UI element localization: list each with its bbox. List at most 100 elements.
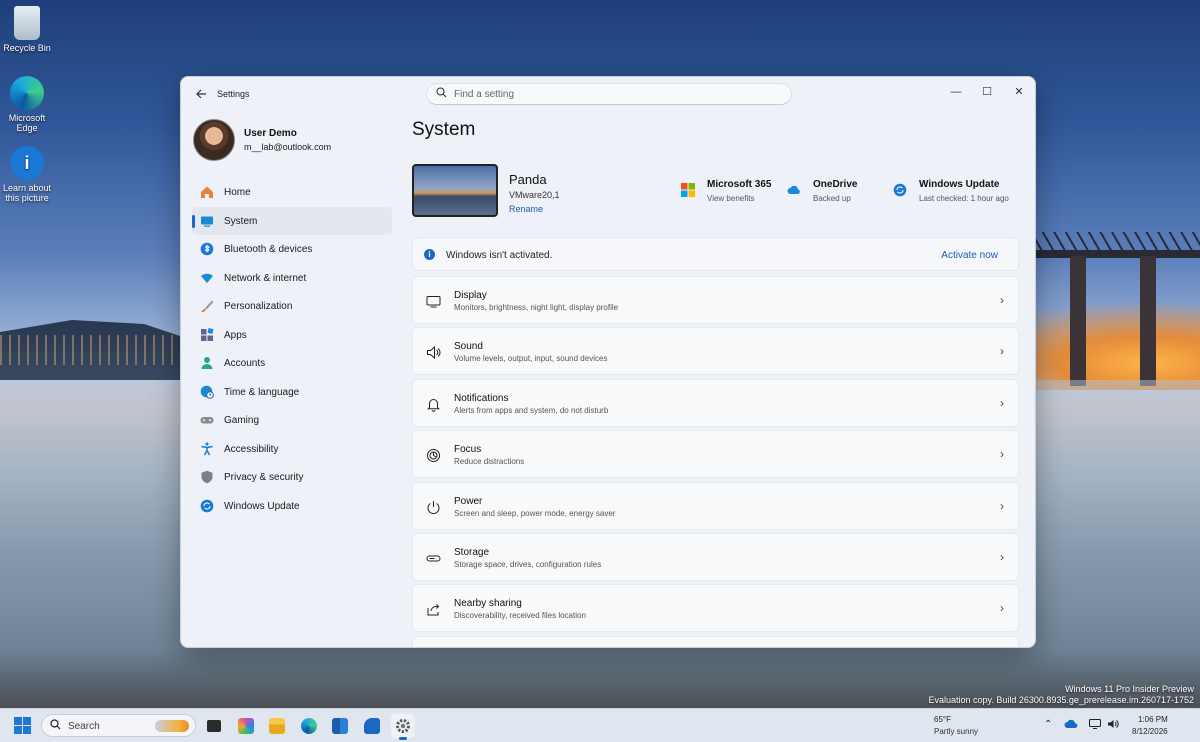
setting-notifications[interactable]: Notifications Alerts from apps and syste… <box>412 378 1019 427</box>
taskbar-outlook[interactable] <box>360 714 384 738</box>
sidebar-item-apps[interactable]: Apps <box>192 321 392 350</box>
avatar[interactable] <box>193 119 235 161</box>
chevron-right-icon: › <box>1000 344 1004 359</box>
start-button[interactable] <box>14 717 31 734</box>
desktop-icon-learn-about-picture[interactable]: i Learn about this picture <box>0 146 57 203</box>
brush-icon <box>201 300 214 313</box>
activation-banner: i Windows isn't activated. Activate now <box>412 237 1019 271</box>
learn-about-picture-icon: i <box>10 146 44 180</box>
sidebar-item-personalization[interactable]: Personalization <box>192 292 392 321</box>
power-icon <box>427 500 440 514</box>
sidebar-item-gaming[interactable]: Gaming <box>192 406 392 435</box>
update-icon <box>893 183 907 197</box>
edge-icon <box>10 76 44 110</box>
gear-icon <box>395 718 411 734</box>
user-name: User Demo <box>244 128 297 139</box>
title-bar[interactable]: Settings — ☐ ✕ <box>181 77 1035 113</box>
search-icon <box>436 87 447 101</box>
update-icon <box>200 499 214 512</box>
info-icon: i <box>424 249 435 260</box>
wallpaper-city-lights <box>0 335 200 365</box>
weather-description[interactable]: Partly sunny <box>934 727 978 736</box>
folder-icon <box>269 718 285 734</box>
onedrive-icon <box>787 185 800 194</box>
store-icon <box>332 718 348 734</box>
edge-icon <box>301 718 317 734</box>
rename-link[interactable]: Rename <box>509 204 543 214</box>
user-email: m__lab@outlook.com <box>244 142 332 152</box>
desktop-icon-edge[interactable]: Microsoft Edge <box>0 76 57 133</box>
microsoft-365-icon <box>681 183 695 197</box>
network-icon[interactable] <box>1089 719 1101 732</box>
device-name: Panda <box>509 172 547 187</box>
taskbar-search[interactable]: Search <box>41 714 196 737</box>
sidebar-item-bluetooth[interactable]: Bluetooth & devices <box>192 235 392 264</box>
minimize-button[interactable]: — <box>940 81 972 103</box>
wallpaper-bridge <box>1030 232 1200 392</box>
setting-storage[interactable]: Storage Storage space, drives, configura… <box>412 532 1019 581</box>
sidebar-item-privacy[interactable]: Privacy & security <box>192 463 392 492</box>
weather-temperature[interactable]: 65°F <box>934 715 951 724</box>
settings-window: Settings — ☐ ✕ User Demo m__lab@outlook.… <box>180 76 1036 648</box>
close-button[interactable]: ✕ <box>1003 81 1035 103</box>
sidebar-item-system[interactable]: System <box>192 206 392 235</box>
share-icon <box>427 604 440 616</box>
arrow-left-icon <box>196 89 206 99</box>
storage-icon <box>426 555 441 562</box>
gamepad-icon <box>200 417 214 424</box>
evaluation-watermark: Windows 11 Pro Insider Preview Evaluatio… <box>928 684 1194 705</box>
taskbar-edge[interactable] <box>297 714 321 738</box>
chevron-right-icon: › <box>1000 498 1004 513</box>
device-model: VMware20,1 <box>509 190 560 200</box>
focus-icon <box>427 449 440 463</box>
bell-icon <box>427 398 440 412</box>
search-highlight-icon <box>155 720 189 732</box>
wifi-icon <box>201 273 213 283</box>
back-button[interactable] <box>191 85 211 105</box>
sidebar-item-network[interactable]: Network & internet <box>192 264 392 293</box>
clock-time[interactable]: 1:06 PM <box>1138 715 1168 724</box>
setting-nearby-sharing[interactable]: Nearby sharing Discoverability, received… <box>412 584 1019 633</box>
setting-row-partial[interactable] <box>412 635 1019 647</box>
outlook-icon <box>364 718 380 734</box>
onedrive-tray-icon[interactable] <box>1064 719 1078 729</box>
setting-power[interactable]: Power Screen and sleep, power mode, ener… <box>412 481 1019 530</box>
setting-focus[interactable]: Focus Reduce distractions › <box>412 430 1019 479</box>
activate-now-link[interactable]: Activate now <box>941 250 998 261</box>
settings-list: Display Monitors, brightness, night ligh… <box>412 276 1019 647</box>
chevron-right-icon: › <box>1000 601 1004 616</box>
volume-icon[interactable] <box>1107 719 1119 732</box>
taskbar-file-explorer[interactable] <box>265 714 289 738</box>
device-wallpaper-thumbnail[interactable] <box>412 164 498 217</box>
system-icon <box>201 216 213 227</box>
chevron-right-icon: › <box>1000 293 1004 307</box>
accessibility-icon <box>201 442 213 455</box>
search-box[interactable] <box>426 83 792 105</box>
sidebar-item-accounts[interactable]: Accounts <box>192 349 392 378</box>
recycle-bin-icon <box>14 6 40 40</box>
home-icon <box>201 186 213 198</box>
taskbar-store[interactable] <box>328 714 352 738</box>
bluetooth-icon <box>200 242 214 256</box>
search-input[interactable] <box>454 87 774 102</box>
globe-clock-icon <box>200 385 214 399</box>
chevron-right-icon: › <box>1000 395 1004 410</box>
display-icon <box>426 296 441 308</box>
taskbar-copilot[interactable] <box>234 714 258 738</box>
taskbar-settings[interactable] <box>391 714 415 740</box>
sidebar-item-time-language[interactable]: Time & language <box>192 378 392 407</box>
search-icon <box>50 719 61 733</box>
chevron-up-icon[interactable]: ⌃ <box>1044 719 1052 730</box>
setting-sound[interactable]: Sound Volume levels, output, input, soun… <box>412 327 1019 376</box>
setting-display[interactable]: Display Monitors, brightness, night ligh… <box>412 276 1019 324</box>
app-title: Settings <box>217 89 250 99</box>
maximize-button[interactable]: ☐ <box>971 81 1003 103</box>
chevron-right-icon: › <box>1000 447 1004 462</box>
sidebar-item-windows-update[interactable]: Windows Update <box>192 492 392 521</box>
speaker-icon <box>427 346 441 360</box>
sidebar-item-accessibility[interactable]: Accessibility <box>192 435 392 464</box>
taskbar-task-view[interactable] <box>202 714 226 738</box>
desktop-icon-recycle-bin[interactable]: Recycle Bin <box>0 6 57 53</box>
clock-date[interactable]: 8/12/2026 <box>1132 727 1168 736</box>
sidebar-item-home[interactable]: Home <box>192 178 392 207</box>
